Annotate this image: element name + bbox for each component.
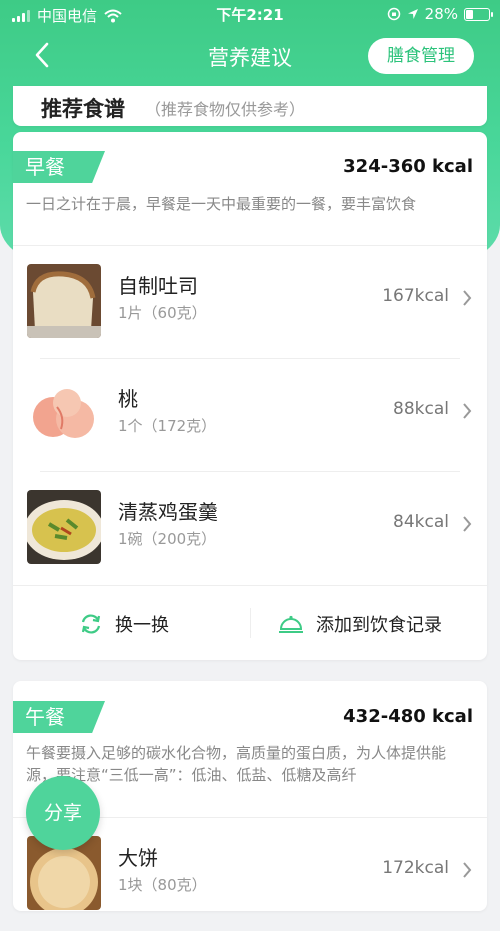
recipes-title: 推荐食谱 (41, 97, 125, 121)
battery-percent: 28% (424, 5, 458, 23)
food-amount: 1片（60克） (118, 304, 207, 322)
status-right: 28% (387, 5, 493, 23)
breakfast-tag: 早餐 (13, 151, 105, 183)
chevron-right-icon (463, 290, 472, 306)
egg-custard-image (27, 490, 101, 564)
nav-bar: 营养建议 膳食管理 (0, 30, 500, 82)
food-amount: 1碗（200克） (118, 530, 217, 548)
battery-level (466, 9, 473, 19)
lunch-description: 午餐要摄入足够的碳水化合物，高质量的蛋白质，为人体提供能源，要注意“三低一高”：… (26, 744, 447, 784)
food-item-peach[interactable]: 桃 1个（172克） 88kcal (13, 359, 487, 472)
location-icon (407, 9, 418, 19)
share-button[interactable]: 分享 (26, 776, 100, 850)
add-to-diet-record-button[interactable]: 添加到饮食记录 (278, 586, 442, 661)
food-kcal: 84kcal (393, 512, 449, 532)
food-item-toast[interactable]: 自制吐司 1片（60克） 167kcal (13, 246, 487, 359)
swap-label: 换一换 (115, 614, 169, 636)
food-amount: 1个（172克） (118, 417, 217, 435)
food-name: 自制吐司 (118, 274, 198, 298)
peach-image (27, 377, 101, 451)
add-label: 添加到饮食记录 (316, 614, 442, 636)
swap-button[interactable]: 换一换 (79, 586, 169, 661)
recipes-note: （推荐食物仅供参考） (145, 100, 306, 119)
food-name: 大饼 (118, 846, 158, 870)
recipes-header: 推荐食谱 （推荐食物仅供参考） (13, 86, 487, 126)
food-kcal: 167kcal (382, 286, 449, 306)
rotation-lock-icon (387, 7, 400, 21)
toast-image (27, 264, 101, 338)
battery-icon (464, 7, 493, 21)
food-name: 清蒸鸡蛋羹 (118, 500, 218, 524)
refresh-icon (81, 613, 101, 634)
action-separator (250, 608, 251, 638)
chevron-right-icon (463, 516, 472, 532)
chevron-right-icon (463, 403, 472, 419)
breakfast-description: 一日之计在于晨，早餐是一天中最重要的一餐，要丰富饮食 (26, 195, 417, 213)
dish-cover-icon (279, 615, 303, 633)
food-item-egg-custard[interactable]: 清蒸鸡蛋羹 1碗（200克） 84kcal (13, 472, 487, 585)
diet-management-button[interactable]: 膳食管理 (368, 38, 474, 74)
food-kcal: 172kcal (382, 858, 449, 878)
food-name: 桃 (118, 387, 138, 411)
breakfast-kcal: 324-360 kcal (343, 156, 473, 177)
breakfast-actions: 换一换 添加到饮食记录 (13, 586, 487, 661)
food-kcal: 88kcal (393, 399, 449, 419)
chevron-right-icon (463, 862, 472, 878)
status-bar: 中国电信 下午2:21 28% (0, 0, 500, 28)
lunch-tag: 午餐 (13, 701, 105, 733)
food-amount: 1块（80克） (118, 876, 207, 894)
lunch-kcal: 432-480 kcal (343, 706, 473, 727)
